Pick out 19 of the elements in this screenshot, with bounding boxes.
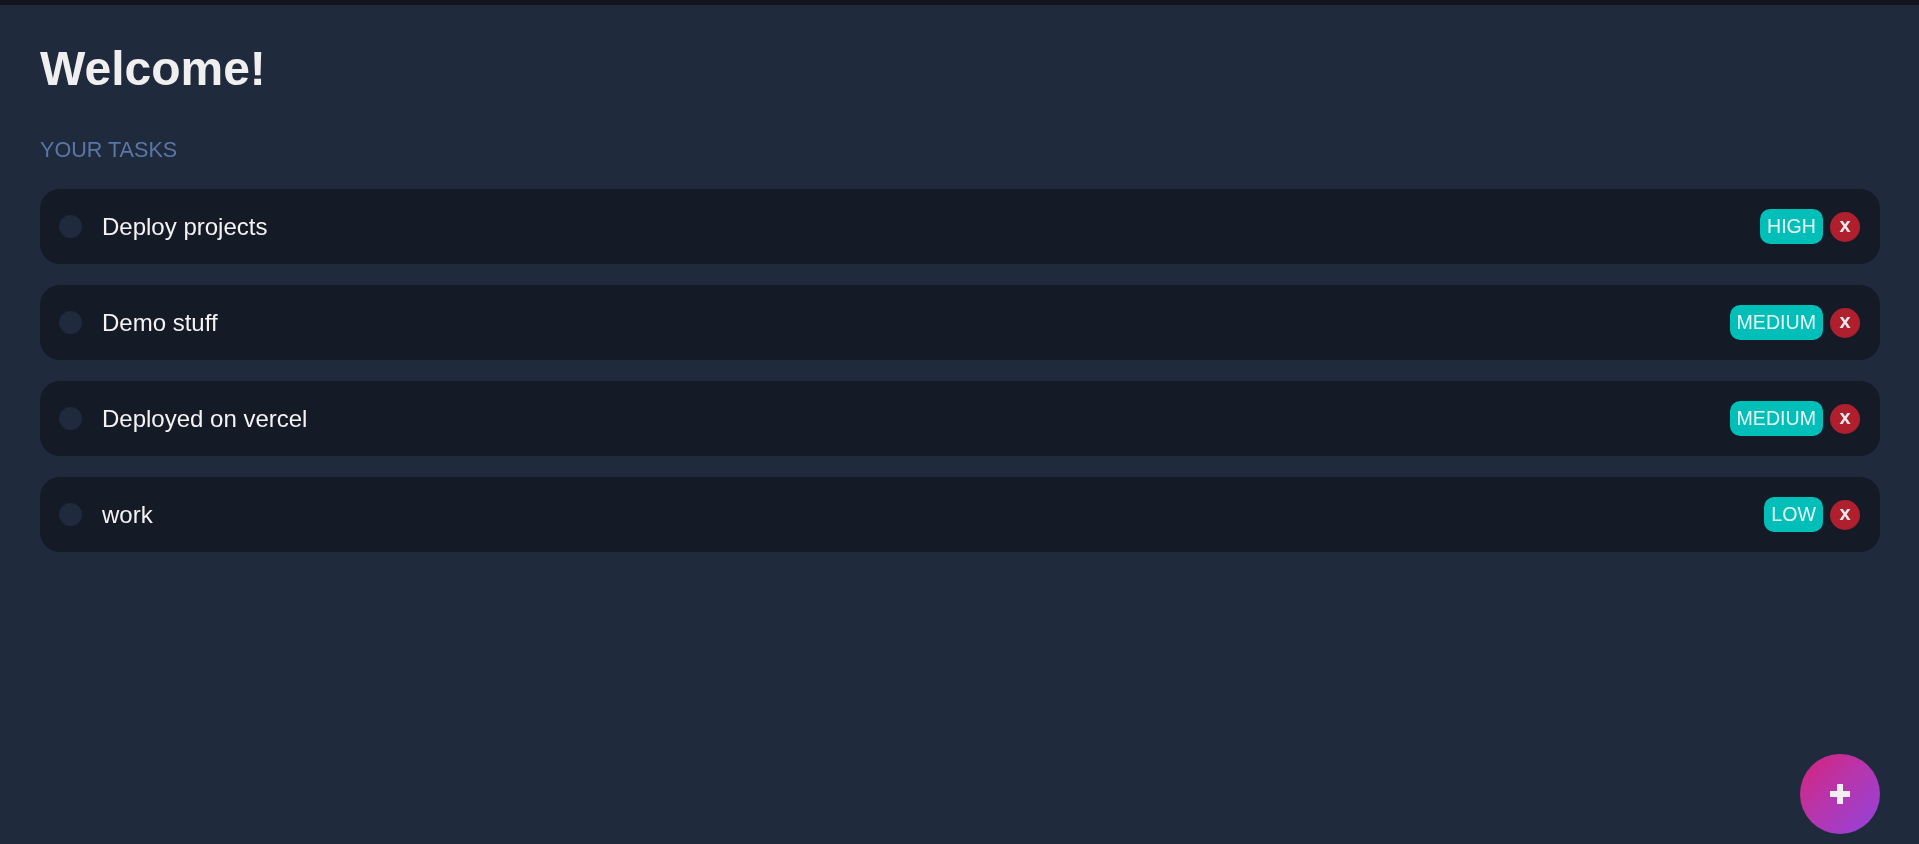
checkbox[interactable]: [59, 311, 82, 334]
task-title: Deploy projects: [102, 212, 268, 241]
task-title: Demo stuff: [102, 308, 218, 337]
section-heading: YOUR TASKS: [40, 137, 179, 162]
checkbox[interactable]: [59, 503, 82, 526]
priority-badge: MEDIUM: [1729, 305, 1823, 340]
priority-badge: HIGH: [1760, 209, 1823, 244]
priority-badge: MEDIUM: [1729, 401, 1823, 436]
task-title: Deployed on vercel: [102, 404, 308, 433]
checkbox[interactable]: [59, 407, 82, 430]
welcome-heading: Welcome!: [40, 41, 267, 96]
delete-button[interactable]: x: [1830, 307, 1860, 338]
delete-button[interactable]: x: [1830, 211, 1860, 242]
checkbox[interactable]: [59, 215, 82, 238]
delete-button[interactable]: x: [1830, 499, 1860, 530]
plus-icon: [1830, 784, 1850, 804]
task-title: work: [102, 500, 153, 529]
delete-button[interactable]: x: [1830, 403, 1860, 434]
priority-badge: LOW: [1764, 497, 1823, 532]
